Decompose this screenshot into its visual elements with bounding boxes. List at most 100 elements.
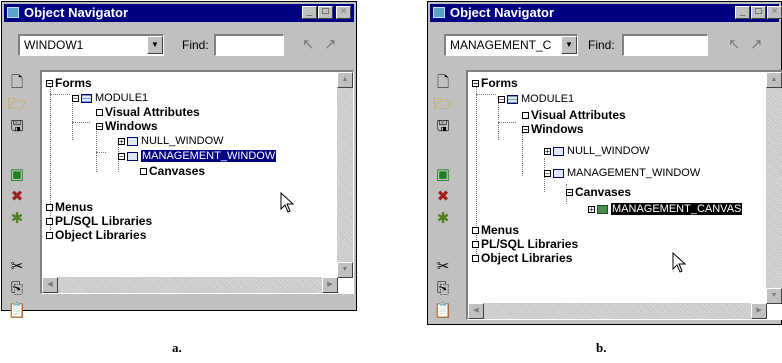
close-button[interactable]: ×	[336, 6, 351, 19]
collapse-icon[interactable]: −	[522, 126, 529, 134]
scroll-down-button[interactable]: ▼	[337, 262, 353, 278]
vertical-toolbar: 🗋 🗁 🖫 ▣ ✖ ✱ ✂ ⎘ 📋	[4, 72, 30, 319]
tree-node-menus[interactable]: Menus	[46, 200, 93, 214]
minimize-button[interactable]: _	[302, 6, 317, 19]
title-bar[interactable]: Object Navigator _ □ ×	[4, 4, 354, 22]
object-tree[interactable]: − Forms − MODULE1 Visual Attributes − Windo…	[466, 70, 782, 320]
maximize-button[interactable]: □	[751, 6, 766, 19]
node-label: MANAGEMENT_WINDOW	[567, 167, 701, 179]
horizontal-scrollbar[interactable]: ◀ ▶	[468, 303, 767, 319]
scroll-right-button[interactable]: ▶	[751, 303, 767, 319]
run-icon[interactable]: ▣	[6, 164, 28, 186]
expand-icon[interactable]: +	[118, 137, 125, 145]
mouse-pointer-icon	[672, 252, 687, 273]
copy-icon[interactable]: ⎘	[6, 278, 28, 300]
title-bar[interactable]: Object Navigator _ □ ×	[430, 4, 782, 22]
tree-node-canvases[interactable]: Canvases	[140, 164, 205, 178]
tree-node-object-libraries[interactable]: Object Libraries	[46, 228, 146, 242]
collapse-icon[interactable]: −	[118, 152, 125, 160]
object-select-combo[interactable]: WINDOW1 ▼	[18, 34, 164, 56]
copy-icon[interactable]: ⎘	[432, 278, 454, 300]
tree-node-visual-attributes[interactable]: Visual Attributes	[522, 108, 626, 122]
tree-node-plsql-libraries[interactable]: PL/SQL Libraries	[472, 237, 578, 251]
open-icon[interactable]: 🗁	[432, 94, 454, 116]
tree-node-windows[interactable]: − Windows	[96, 119, 158, 133]
tree-node-plsql-libraries[interactable]: PL/SQL Libraries	[46, 214, 152, 228]
collapse-icon[interactable]: −	[544, 169, 551, 177]
node-label: NULL_WINDOW	[567, 145, 650, 157]
cut-icon[interactable]: ✂	[432, 256, 454, 278]
compile-icon[interactable]: ✱	[6, 208, 28, 230]
minimize-button[interactable]: _	[735, 6, 750, 19]
tree-node-module[interactable]: − MODULE1	[72, 91, 148, 105]
tree-node-management-window[interactable]: − MANAGEMENT_WINDOW	[544, 166, 700, 180]
save-icon[interactable]: 🖫	[6, 116, 28, 138]
maximize-button[interactable]: □	[318, 6, 333, 19]
tree-node-forms[interactable]: − Forms	[46, 76, 92, 90]
scroll-up-button[interactable]: ▲	[766, 72, 782, 88]
compile-icon[interactable]: ✱	[432, 208, 454, 230]
tree-node-null-window[interactable]: + NULL_WINDOW	[118, 134, 224, 148]
find-input[interactable]	[214, 34, 284, 56]
tree-node-object-libraries[interactable]: Object Libraries	[472, 251, 572, 265]
find-label: Find:	[182, 38, 209, 52]
find-next-icon[interactable]: ↗	[324, 35, 337, 53]
window-title: Object Navigator	[450, 5, 555, 20]
object-tree[interactable]: − Forms − MODULE1 Visual Attributes − Windo…	[40, 70, 354, 294]
tree-node-forms[interactable]: − Forms	[472, 76, 518, 90]
tree-node-null-window[interactable]: + NULL_WINDOW	[544, 144, 650, 158]
collapse-icon[interactable]: −	[46, 80, 53, 88]
tree-node-windows[interactable]: − Windows	[522, 122, 584, 136]
open-icon[interactable]: 🗁	[6, 94, 28, 116]
tree-node-menus[interactable]: Menus	[472, 223, 519, 237]
new-icon[interactable]: 🗋	[6, 72, 28, 94]
vertical-scrollbar[interactable]: ▲ ▼	[337, 72, 353, 278]
collapse-icon[interactable]: −	[96, 123, 103, 131]
chevron-down-icon[interactable]: ▼	[561, 36, 577, 54]
save-icon[interactable]: 🖫	[432, 116, 454, 138]
scroll-left-button[interactable]: ◀	[42, 277, 58, 293]
vertical-scrollbar[interactable]: ▲ ▼	[766, 72, 782, 304]
tree-node-management-canvas[interactable]: + MANAGEMENT_CANVAS	[588, 202, 743, 216]
scroll-up-button[interactable]: ▲	[337, 72, 353, 88]
scroll-down-button[interactable]: ▼	[766, 288, 782, 304]
find-previous-icon[interactable]: ↖	[302, 35, 315, 53]
vertical-toolbar: 🗋 🗁 🖫 ▣ ✖ ✱ ✂ ⎘ 📋	[430, 72, 456, 322]
tree-node-canvases[interactable]: − Canvases	[566, 185, 631, 199]
tree-node-visual-attributes[interactable]: Visual Attributes	[96, 105, 200, 119]
chevron-down-icon[interactable]: ▼	[147, 36, 163, 54]
leaf-icon	[96, 109, 103, 117]
window-title: Object Navigator	[24, 5, 129, 20]
delete-icon[interactable]: ✖	[432, 186, 454, 208]
node-label: Canvases	[149, 164, 206, 178]
expand-icon[interactable]: +	[588, 205, 595, 213]
close-button[interactable]: ×	[767, 6, 782, 19]
leaf-icon	[472, 255, 479, 263]
collapse-icon[interactable]: −	[72, 94, 79, 102]
node-label: MODULE1	[521, 93, 575, 105]
object-select-combo[interactable]: MANAGEMENT_C ▼	[444, 34, 578, 56]
horizontal-scrollbar[interactable]: ◀ ▶	[42, 277, 338, 293]
collapse-icon[interactable]: −	[472, 80, 479, 88]
leaf-icon	[46, 218, 53, 226]
find-previous-icon[interactable]: ↖	[728, 35, 741, 53]
object-navigator-window-b: Object Navigator _ □ × MANAGEMENT_C ▼ Fi…	[427, 1, 782, 325]
paste-icon[interactable]: 📋	[432, 300, 454, 322]
node-label: MANAGEMENT_WINDOW	[141, 150, 277, 162]
run-icon[interactable]: ▣	[432, 164, 454, 186]
new-icon[interactable]: 🗋	[432, 72, 454, 94]
scroll-left-button[interactable]: ◀	[468, 303, 484, 319]
paste-icon[interactable]: 📋	[6, 300, 28, 322]
collapse-icon[interactable]: −	[566, 189, 573, 197]
cut-icon[interactable]: ✂	[6, 256, 28, 278]
tree-node-management-window[interactable]: − MANAGEMENT_WINDOW	[118, 149, 277, 163]
object-navigator-window-a: Object Navigator _ □ × WINDOW1 ▼ Find: ↖…	[1, 1, 357, 319]
find-next-icon[interactable]: ↗	[750, 35, 763, 53]
collapse-icon[interactable]: −	[498, 95, 505, 103]
window-icon	[553, 146, 564, 156]
delete-icon[interactable]: ✖	[6, 186, 28, 208]
scroll-right-button[interactable]: ▶	[322, 277, 338, 293]
expand-icon[interactable]: +	[544, 147, 551, 155]
tree-node-module[interactable]: − MODULE1	[498, 92, 574, 106]
find-input[interactable]	[622, 34, 708, 56]
